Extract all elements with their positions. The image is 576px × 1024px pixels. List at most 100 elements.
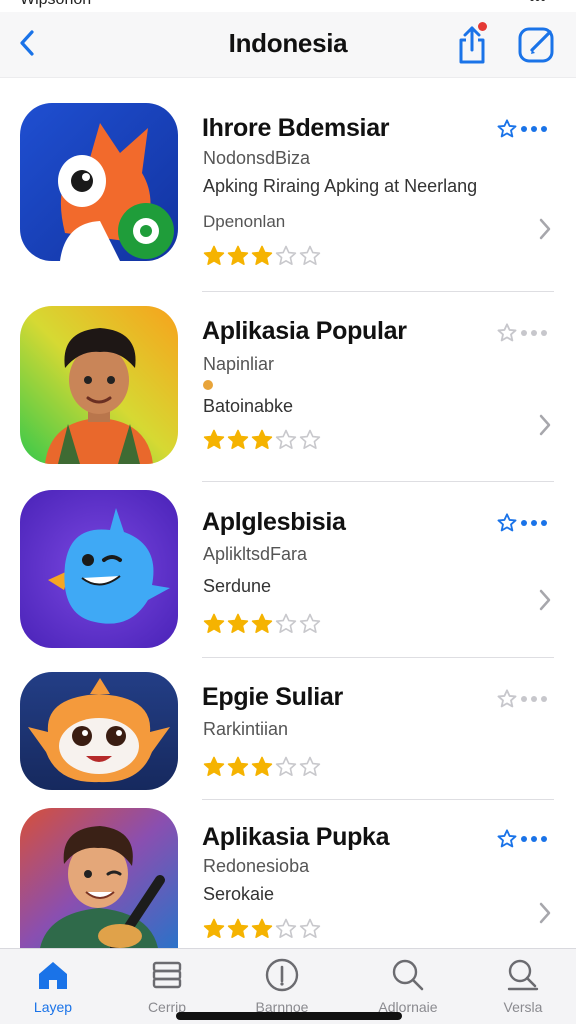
status-indicators: ••• — [529, 0, 546, 9]
home-indicator[interactable] — [176, 1012, 402, 1020]
star-filled-icon — [227, 429, 249, 449]
star-empty-icon — [275, 613, 297, 633]
star-filled-icon — [227, 918, 249, 938]
star-filled-icon — [203, 245, 225, 265]
star-filled-icon — [251, 613, 273, 633]
app-description: Serokaie — [203, 884, 275, 904]
star-rating — [203, 756, 321, 778]
more-dot-icon — [521, 696, 527, 702]
favorite-star-icon — [497, 689, 517, 708]
chevron-right-icon[interactable] — [536, 216, 554, 242]
favorite-toggle[interactable] — [497, 322, 553, 344]
star-filled-icon — [227, 756, 249, 776]
divider — [202, 799, 554, 800]
star-filled-icon — [203, 613, 225, 633]
star-filled-icon — [251, 918, 273, 938]
star-empty-icon — [275, 918, 297, 938]
app-subtitle: AplikltsdFara — [203, 544, 308, 564]
more-dot-icon — [531, 330, 537, 336]
app-description: Batoinabke — [203, 396, 294, 416]
small-badge-icon — [203, 380, 213, 390]
star-filled-icon — [203, 429, 225, 449]
favorite-star-icon — [497, 513, 517, 532]
divider — [202, 291, 554, 292]
star-filled-icon — [227, 613, 249, 633]
status-bar: Wipsonon ••• — [0, 0, 576, 12]
star-filled-icon — [251, 756, 273, 776]
more-dot-icon — [531, 520, 537, 526]
tab-search-alt[interactable]: Versla — [473, 957, 573, 1021]
app-subtitle: Napinliar — [203, 354, 275, 374]
star-filled-icon — [251, 429, 273, 449]
star-filled-icon — [227, 245, 249, 265]
tab-label: Layep — [33, 999, 73, 1015]
app-title[interactable]: Ihrore Bdemsiar — [202, 114, 390, 143]
search-icon — [392, 959, 424, 991]
divider — [202, 481, 554, 482]
chevron-right-icon[interactable] — [536, 900, 554, 926]
favorite-star-icon — [497, 119, 517, 138]
notification-badge — [478, 22, 487, 31]
app-subtitle: Redonesioba — [203, 856, 310, 876]
info-icon — [265, 958, 299, 992]
more-dot-icon — [541, 696, 547, 702]
chevron-right-icon[interactable] — [536, 587, 554, 613]
more-dot-icon — [521, 520, 527, 526]
app-icon-boy-character[interactable] — [20, 306, 178, 464]
chevron-right-icon[interactable] — [536, 412, 554, 438]
more-dot-icon — [521, 126, 527, 132]
favorite-toggle[interactable] — [497, 118, 553, 140]
favorite-star-icon — [497, 323, 517, 342]
app-extra-text: Dpenonlan — [203, 212, 286, 231]
more-dot-icon — [531, 696, 537, 702]
more-dot-icon — [531, 836, 537, 842]
star-filled-icon — [203, 756, 225, 776]
more-dot-icon — [541, 126, 547, 132]
star-empty-icon — [299, 245, 321, 265]
star-empty-icon — [299, 429, 321, 449]
favorite-toggle[interactable] — [497, 512, 553, 534]
app-description: Serdune — [203, 576, 272, 596]
more-dot-icon — [541, 836, 547, 842]
star-empty-icon — [275, 245, 297, 265]
app-icon-fox-mascot[interactable] — [20, 103, 178, 261]
navigation-bar: Indonesia — [0, 12, 576, 78]
star-rating — [203, 245, 321, 267]
app-title[interactable]: Epgie Suliar — [202, 683, 343, 712]
app-icon-orange-monster[interactable] — [20, 672, 178, 790]
star-filled-icon — [251, 245, 273, 265]
more-dot-icon — [521, 330, 527, 336]
star-rating — [203, 918, 321, 940]
app-subtitle: NodonsdBiza — [203, 148, 311, 168]
star-empty-icon — [275, 756, 297, 776]
more-dot-icon — [531, 126, 537, 132]
app-description: Apking Riraing Apking at Neerlang — [203, 176, 478, 196]
star-empty-icon — [275, 429, 297, 449]
app-title[interactable]: Aplglesbisia — [202, 508, 346, 537]
app-title[interactable]: Aplikasia Pupka — [202, 823, 390, 852]
app-subtitle: Rarkintiian — [203, 719, 289, 739]
app-icon-blue-creature[interactable] — [20, 490, 178, 648]
compose-icon — [518, 27, 554, 63]
more-dot-icon — [541, 520, 547, 526]
compose-button[interactable] — [516, 24, 558, 64]
star-empty-icon — [299, 918, 321, 938]
search-icon — [507, 959, 539, 991]
app-title[interactable]: Aplikasia Popular — [202, 317, 407, 346]
stack-icon — [152, 961, 182, 989]
star-empty-icon — [299, 613, 321, 633]
tab-home[interactable]: Layep — [3, 957, 103, 1021]
more-dot-icon — [541, 330, 547, 336]
star-rating — [203, 429, 321, 451]
star-filled-icon — [203, 918, 225, 938]
share-button[interactable] — [452, 22, 492, 66]
star-empty-icon — [299, 756, 321, 776]
more-dot-icon — [521, 836, 527, 842]
divider — [202, 657, 554, 658]
home-icon — [39, 962, 67, 989]
status-carrier: Wipsonon — [20, 0, 91, 9]
favorite-toggle[interactable] — [497, 828, 553, 850]
favorite-toggle[interactable] — [497, 688, 553, 710]
app-icon-guitar-boy[interactable] — [20, 808, 178, 948]
favorite-star-icon — [497, 829, 517, 848]
